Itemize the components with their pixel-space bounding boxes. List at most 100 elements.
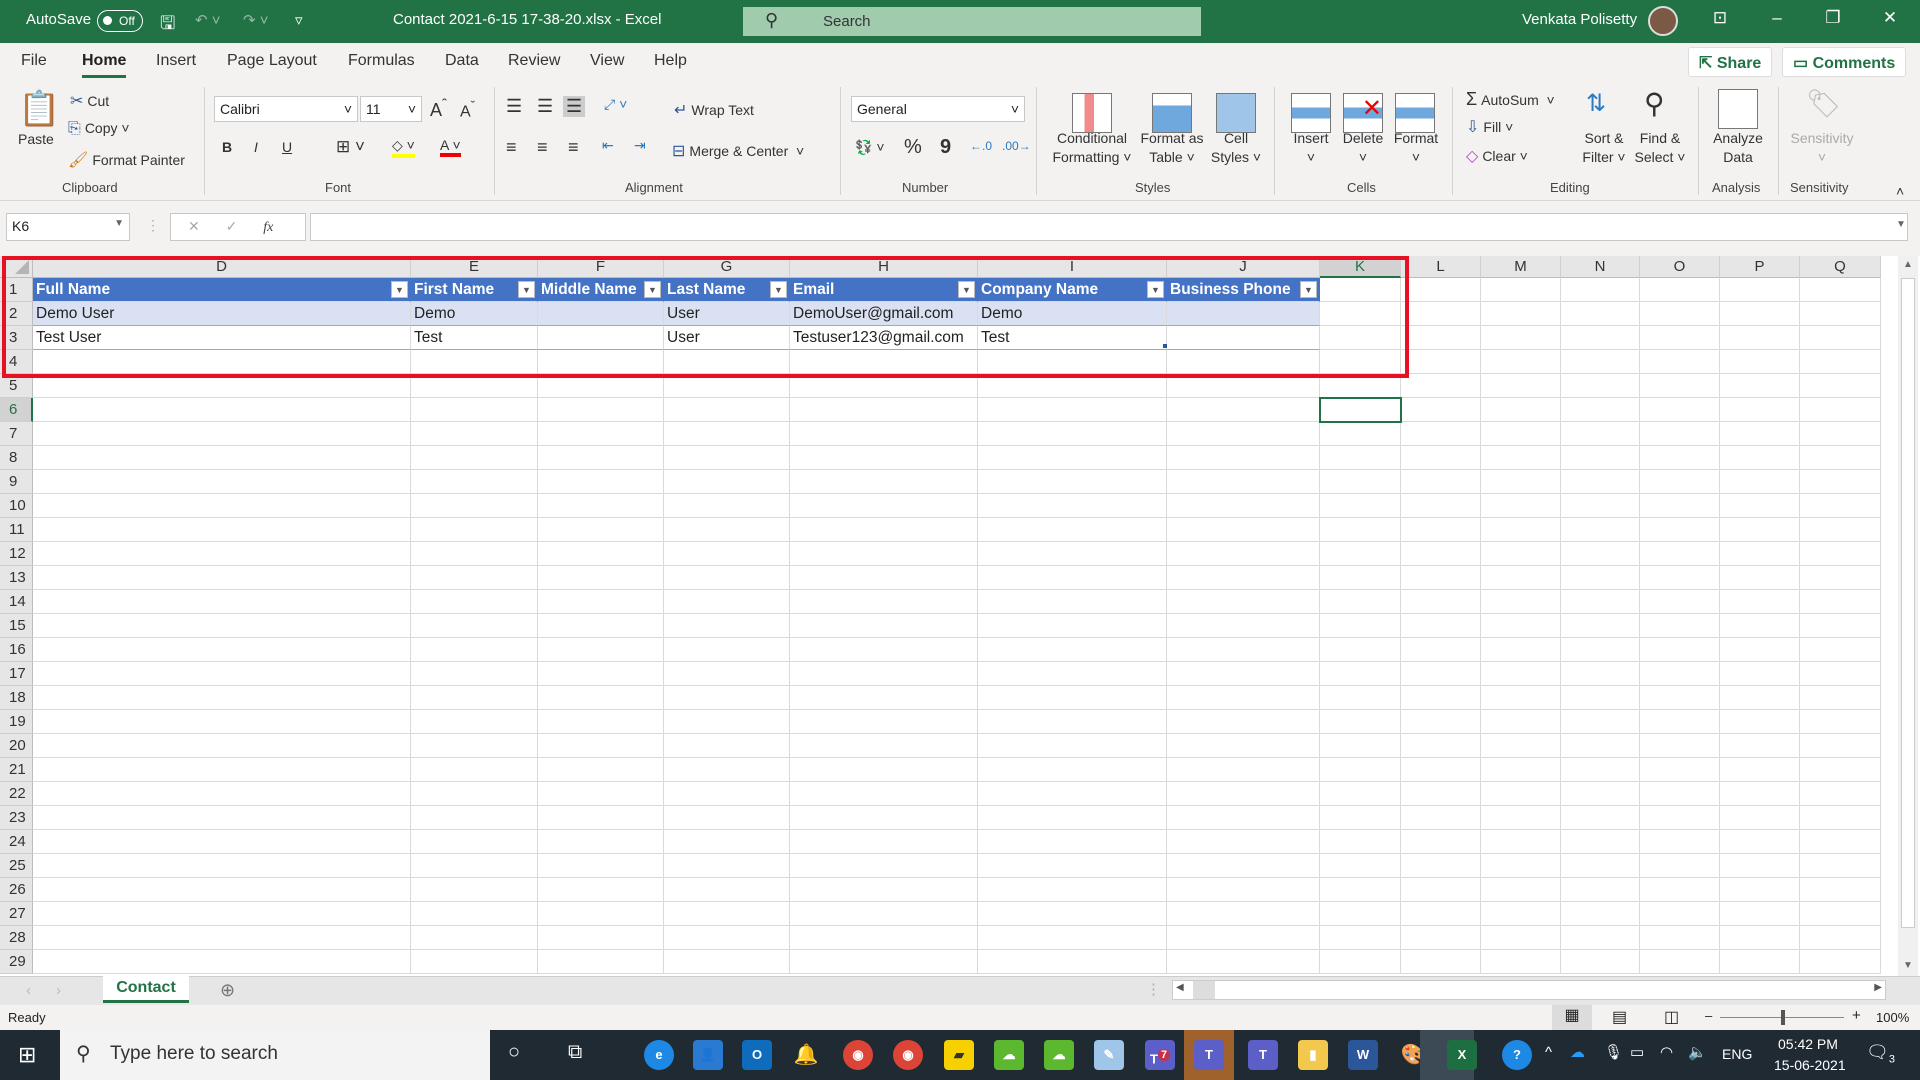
row-header-13[interactable]: 13 — [0, 566, 33, 590]
cell-k13[interactable] — [1320, 566, 1401, 590]
share-button[interactable]: ⇱ Share — [1688, 47, 1773, 77]
cell-p7[interactable] — [1720, 422, 1800, 446]
comments-button[interactable]: ▭ Comments — [1782, 47, 1907, 77]
row-header-28[interactable]: 28 — [0, 926, 33, 950]
cell-d29[interactable] — [33, 950, 411, 974]
cell-m22[interactable] — [1481, 782, 1561, 806]
cell-p1[interactable] — [1720, 278, 1800, 302]
cell-q23[interactable] — [1800, 806, 1881, 830]
row-header-5[interactable]: 5 — [0, 374, 33, 398]
file-explorer-icon[interactable]: ▮ — [1298, 1040, 1328, 1070]
sheet-tab-contact[interactable]: Contact — [103, 976, 189, 1003]
analyze-data-button[interactable]: Analyze Data — [1704, 129, 1772, 167]
cell-e22[interactable] — [411, 782, 538, 806]
cell-m18[interactable] — [1481, 686, 1561, 710]
cell-m26[interactable] — [1481, 878, 1561, 902]
align-bottom-icon[interactable]: ☰ — [563, 96, 586, 117]
cell-k21[interactable] — [1320, 758, 1401, 782]
comma-button[interactable]: 9 — [940, 136, 951, 159]
cell-d21[interactable] — [33, 758, 411, 782]
cell-h22[interactable] — [790, 782, 978, 806]
cell-h19[interactable] — [790, 710, 978, 734]
align-top-icon[interactable]: ☰ — [506, 96, 522, 117]
cell-p22[interactable] — [1720, 782, 1800, 806]
cell-i11[interactable] — [978, 518, 1167, 542]
column-header-l[interactable]: L — [1401, 256, 1481, 278]
cell-q18[interactable] — [1800, 686, 1881, 710]
cancel-icon[interactable]: ✕ — [188, 218, 200, 234]
cell-h5[interactable] — [790, 374, 978, 398]
page-layout-view-icon[interactable]: ▤ — [1612, 1007, 1627, 1027]
cell-l6[interactable] — [1401, 398, 1481, 422]
cell-i17[interactable] — [978, 662, 1167, 686]
cell-q4[interactable] — [1800, 350, 1881, 374]
table-resize-handle[interactable] — [1163, 344, 1167, 348]
orientation-icon[interactable]: ⤢ ˅ — [604, 96, 627, 113]
cell-k5[interactable] — [1320, 374, 1401, 398]
cell-p21[interactable] — [1720, 758, 1800, 782]
cell-k14[interactable] — [1320, 590, 1401, 614]
scroll-down-icon[interactable]: ▼ — [1903, 960, 1913, 971]
cell-h9[interactable] — [790, 470, 978, 494]
formula-input[interactable] — [310, 213, 1908, 241]
cell-j8[interactable] — [1167, 446, 1320, 470]
cell-k16[interactable] — [1320, 638, 1401, 662]
cell-p28[interactable] — [1720, 926, 1800, 950]
onedrive-icon[interactable]: ☁ — [1570, 1043, 1585, 1061]
cell-d26[interactable] — [33, 878, 411, 902]
row-header-15[interactable]: 15 — [0, 614, 33, 638]
row-header-26[interactable]: 26 — [0, 878, 33, 902]
notifications-icon[interactable]: 🗨3 — [1866, 1042, 1895, 1066]
percent-button[interactable]: % — [904, 136, 922, 159]
cell-m14[interactable] — [1481, 590, 1561, 614]
cell-n4[interactable] — [1561, 350, 1640, 374]
cell-n5[interactable] — [1561, 374, 1640, 398]
cell-q1[interactable] — [1800, 278, 1881, 302]
user-name[interactable]: Venkata Polisetty — [1522, 11, 1637, 28]
cell-styles-button[interactable]: Cell Styles ˅ — [1206, 129, 1266, 167]
cell-o3[interactable] — [1640, 326, 1720, 350]
cell-g22[interactable] — [664, 782, 790, 806]
cell-o2[interactable] — [1640, 302, 1720, 326]
cell-l2[interactable] — [1401, 302, 1481, 326]
zoom-slider-thumb[interactable] — [1781, 1010, 1785, 1025]
cell-f22[interactable] — [538, 782, 664, 806]
cell-p9[interactable] — [1720, 470, 1800, 494]
cell-h8[interactable] — [790, 446, 978, 470]
row-header-29[interactable]: 29 — [0, 950, 33, 974]
cell-p11[interactable] — [1720, 518, 1800, 542]
teams-2-icon[interactable]: T — [1194, 1040, 1224, 1070]
cell-q17[interactable] — [1800, 662, 1881, 686]
row-header-4[interactable]: 4 — [0, 350, 33, 374]
cell-l17[interactable] — [1401, 662, 1481, 686]
cell-f25[interactable] — [538, 854, 664, 878]
table-header-cell[interactable]: First Name ▼ — [411, 278, 538, 302]
cell-m11[interactable] — [1481, 518, 1561, 542]
teams-3-icon[interactable]: T — [1248, 1040, 1278, 1070]
cell-k15[interactable] — [1320, 614, 1401, 638]
cell-d9[interactable] — [33, 470, 411, 494]
row-header-24[interactable]: 24 — [0, 830, 33, 854]
tab-review[interactable]: Review — [508, 52, 560, 70]
cell-q26[interactable] — [1800, 878, 1881, 902]
autosum-button[interactable]: Σ AutoSum ˅ — [1466, 89, 1555, 110]
column-header-d[interactable]: D — [33, 256, 411, 278]
zoom-in-icon[interactable]: + — [1852, 1007, 1861, 1024]
cell-o27[interactable] — [1640, 902, 1720, 926]
italic-button[interactable]: I — [254, 139, 258, 155]
cell-k19[interactable] — [1320, 710, 1401, 734]
underline-button[interactable]: U — [282, 139, 292, 155]
cell-d14[interactable] — [33, 590, 411, 614]
cell-n29[interactable] — [1561, 950, 1640, 974]
cell-g7[interactable] — [664, 422, 790, 446]
cell-h6[interactable] — [790, 398, 978, 422]
cell-n17[interactable] — [1561, 662, 1640, 686]
cell-f13[interactable] — [538, 566, 664, 590]
borders-icon[interactable]: ⊞ ˅ — [336, 137, 365, 157]
scroll-left-icon[interactable]: ◀ — [1176, 982, 1184, 993]
cell-i25[interactable] — [978, 854, 1167, 878]
cell-l7[interactable] — [1401, 422, 1481, 446]
page-break-view-icon[interactable]: ◫ — [1664, 1007, 1679, 1027]
cell-m1[interactable] — [1481, 278, 1561, 302]
expand-formula-icon[interactable]: ▼ — [1896, 219, 1906, 230]
